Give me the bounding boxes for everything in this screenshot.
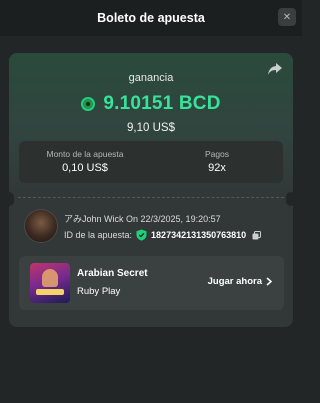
ticket-divider	[18, 197, 284, 198]
bet-summary: ganancia 9.10151 BCD 9,10 US$ Monto de l…	[9, 53, 293, 196]
gain-label: ganancia	[128, 72, 174, 84]
stake-stat: Monto de la apuesta 0,10 US$	[19, 141, 151, 183]
bet-id-value: 1827342131350763810	[151, 230, 247, 240]
modal-header: Boleto de apuesta ✕	[0, 0, 302, 36]
bet-id-label: ID de la apuesta:	[64, 230, 133, 240]
gain-usd: 9,10 US$	[127, 122, 175, 134]
play-now-label: Jugar ahora	[207, 276, 262, 287]
payout-stat: Pagos 92x	[151, 141, 283, 183]
game-card[interactable]: Arabian Secret Ruby Play Jugar ahora	[19, 256, 284, 310]
gain-amount-row: 9.10151 BCD	[9, 93, 293, 115]
shield-check-icon	[136, 229, 147, 241]
copy-icon[interactable]	[252, 230, 262, 240]
bet-stats: Monto de la apuesta 0,10 US$ Pagos 92x	[19, 141, 283, 183]
bet-id-row: ID de la apuesta: 1827342131350763810	[64, 229, 262, 241]
ticket-notch-left	[4, 192, 14, 206]
stake-value: 0,10 US$	[62, 162, 108, 174]
payout-label: Pagos	[204, 149, 230, 159]
stake-label: Monto de la apuesta	[46, 149, 124, 159]
game-provider: Ruby Play	[77, 286, 121, 297]
game-thumbnail[interactable]	[30, 263, 70, 303]
bcd-coin-icon	[81, 97, 96, 111]
chevron-right-icon	[266, 277, 272, 286]
gain-amount: 9.10151 BCD	[103, 93, 221, 114]
game-title[interactable]: Arabian Secret	[77, 268, 148, 279]
close-icon: ✕	[282, 11, 292, 23]
close-button[interactable]: ✕	[278, 8, 296, 26]
play-now-button[interactable]: Jugar ahora	[208, 276, 272, 287]
bet-user-time[interactable]: アみJohn Wick On 22/3/2025, 19:20:57	[64, 212, 221, 225]
avatar[interactable]	[24, 209, 58, 243]
ticket-notch-right	[286, 192, 296, 206]
payout-value: 92x	[208, 162, 226, 174]
modal-title: Boleto de apuesta	[97, 11, 205, 25]
